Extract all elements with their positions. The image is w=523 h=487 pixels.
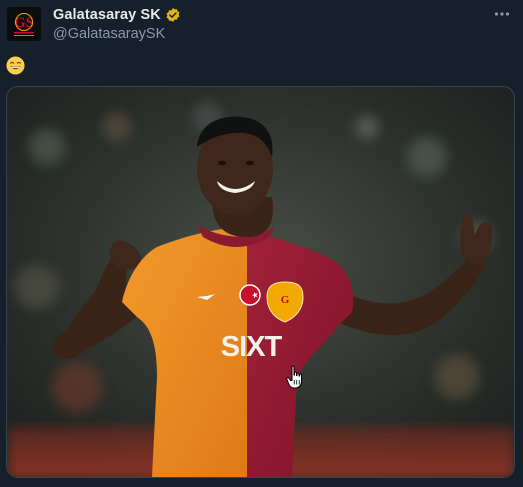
hand-pointer-cursor-icon xyxy=(286,365,304,389)
grinning-face-emoji-icon xyxy=(6,56,25,75)
verified-badge-icon xyxy=(165,7,181,23)
tweet-card[interactable]: GS Galatasaray SK @GalatasaraySK G SIXT xyxy=(0,0,523,487)
avatar[interactable]: GS xyxy=(7,7,41,41)
tweet-header: Galatasaray SK @GalatasaraySK xyxy=(53,5,181,42)
galatasaray-crest-icon: GS xyxy=(7,7,41,41)
jersey-sponsor: SIXT xyxy=(221,331,283,363)
more-horizontal-icon[interactable] xyxy=(491,6,513,22)
tweet-photo[interactable]: G SIXT xyxy=(6,86,515,478)
author-display-name[interactable]: Galatasaray SK xyxy=(53,7,161,23)
svg-text:G: G xyxy=(281,294,290,306)
author-handle[interactable]: @GalatasaraySK xyxy=(53,26,181,42)
